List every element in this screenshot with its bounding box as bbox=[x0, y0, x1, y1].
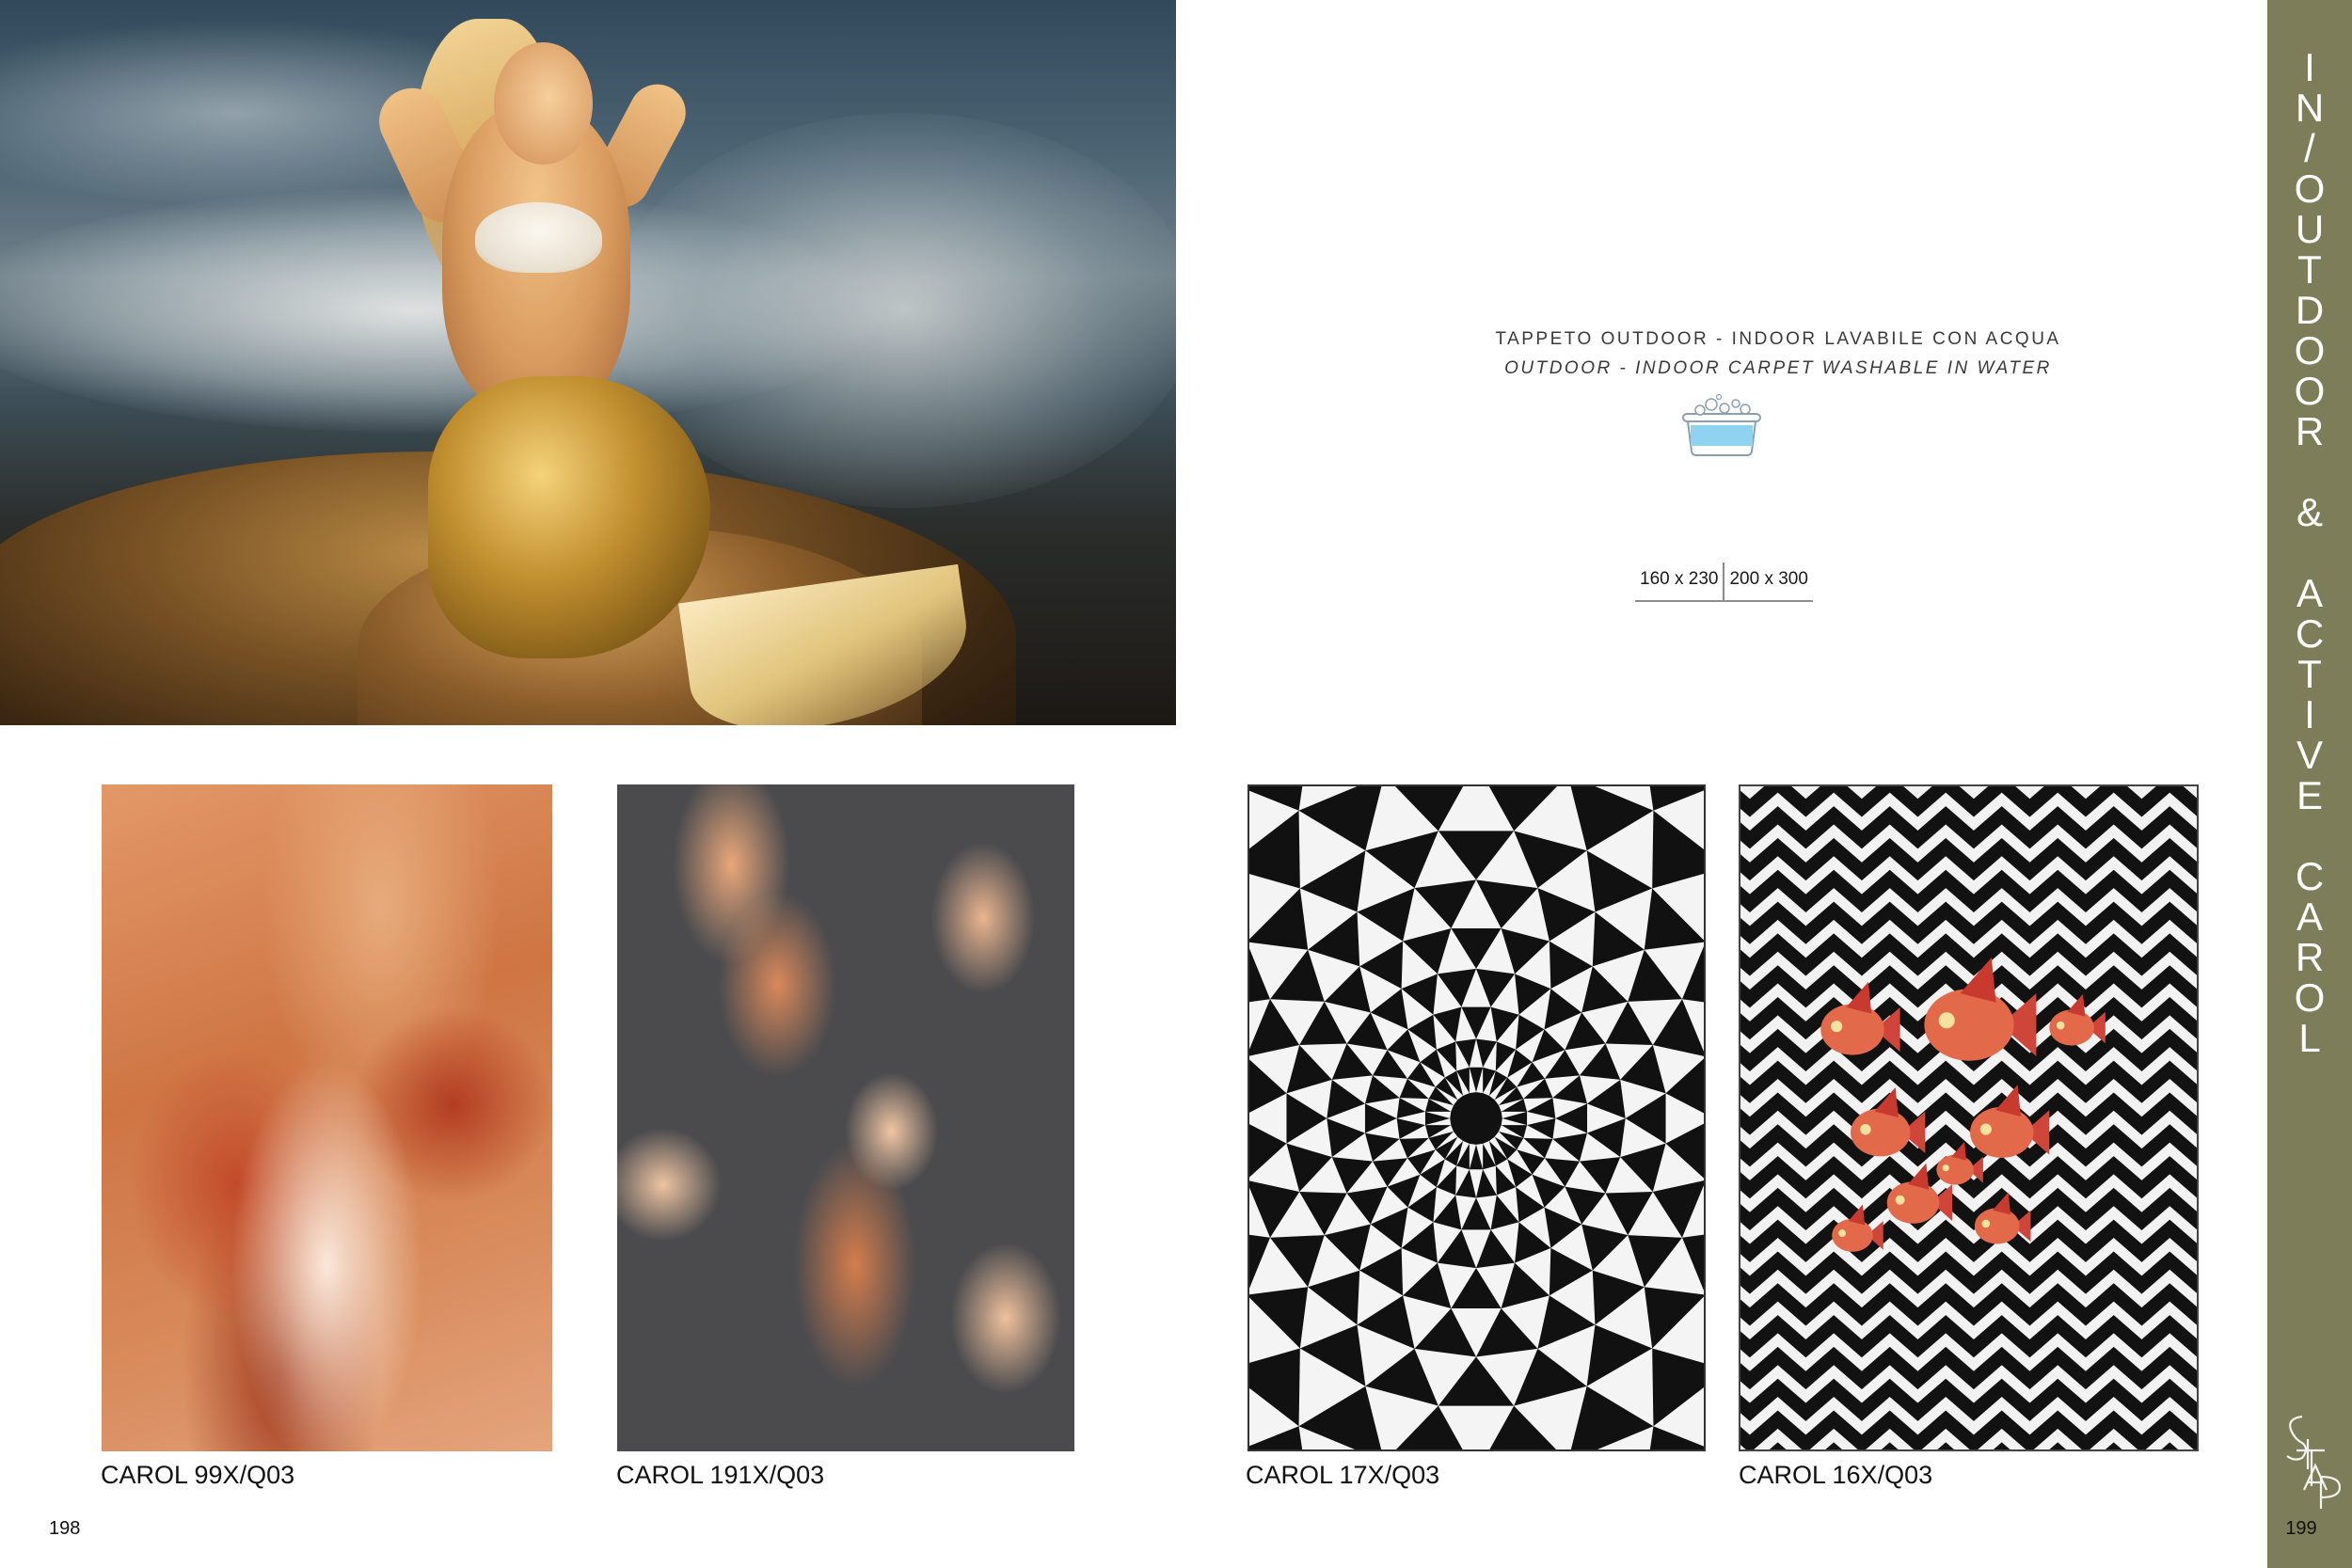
side-tab-letter: C bbox=[2295, 854, 2325, 898]
side-tab-letter: T bbox=[2297, 652, 2322, 696]
side-tab-letter: I bbox=[2304, 692, 2315, 736]
pattern-center bbox=[1455, 1098, 1497, 1139]
rug-image-carol-17x bbox=[1248, 784, 1706, 1451]
side-tab-letter: T bbox=[2297, 247, 2322, 292]
description-italian: TAPPETO OUTDOOR - INDOOR LAVABILE CON AC… bbox=[1495, 329, 2061, 349]
rug-image-carol-99x bbox=[102, 784, 552, 1451]
product-name: CAROL 191X/Q03 bbox=[616, 1461, 825, 1489]
side-tab-letter: R bbox=[2295, 935, 2325, 979]
description-english: OUTDOOR - INDOOR CARPET WASHABLE IN WATE… bbox=[1504, 358, 2052, 378]
rug-image-carol-16x bbox=[1739, 784, 2199, 1451]
side-tab-letter: A bbox=[2296, 895, 2323, 939]
side-tab-gap bbox=[2267, 532, 2352, 573]
side-tab-letter: I bbox=[2304, 45, 2315, 89]
side-tab-letter: U bbox=[2295, 207, 2325, 251]
brand-logo bbox=[2286, 1415, 2342, 1509]
product-name: CAROL 16X/Q03 bbox=[1739, 1461, 1933, 1489]
radial-triangle-pattern bbox=[1249, 786, 1704, 1449]
page-number-right: 199 bbox=[2285, 1518, 2317, 1539]
side-tab-letter: R bbox=[2295, 409, 2325, 453]
side-tab-letter: D bbox=[2295, 288, 2325, 332]
section-side-tab-label: I N / O U T D O O R & ACTIVE CAROL bbox=[2267, 47, 2352, 1058]
hero-photo bbox=[0, 0, 1176, 725]
size-option: 160 x 230 bbox=[1640, 569, 1719, 589]
side-tab-letter: N bbox=[2295, 86, 2325, 130]
side-tab-letter: C bbox=[2295, 611, 2325, 656]
side-tab-letter: & bbox=[2296, 490, 2323, 534]
side-tab-letter: V bbox=[2296, 733, 2323, 777]
side-tab-letter: O bbox=[2294, 975, 2326, 1020]
side-tab-letter: L bbox=[2298, 1016, 2321, 1060]
side-tab-letter: O bbox=[2294, 166, 2326, 211]
side-tab-letter: O bbox=[2294, 328, 2326, 372]
product-name: CAROL 99X/Q03 bbox=[101, 1461, 295, 1489]
side-tab-gap bbox=[2267, 451, 2352, 492]
chevron-fish-pattern bbox=[1740, 786, 2197, 1449]
size-options: 160 x 230 200 x 300 bbox=[1635, 561, 1813, 602]
side-tab-letter: / bbox=[2304, 126, 2315, 170]
page-number-left: 198 bbox=[49, 1518, 81, 1539]
size-option: 200 x 300 bbox=[1729, 569, 1808, 589]
rug-image-carol-191x bbox=[617, 784, 1074, 1451]
side-tab-gap bbox=[2267, 816, 2352, 856]
washable-basin-icon bbox=[1682, 393, 1761, 456]
product-name: CAROL 17X/Q03 bbox=[1246, 1461, 1440, 1489]
side-tab-letter: O bbox=[2294, 369, 2326, 413]
side-tab-letter: A bbox=[2296, 571, 2323, 615]
side-tab-letter: E bbox=[2296, 773, 2323, 817]
